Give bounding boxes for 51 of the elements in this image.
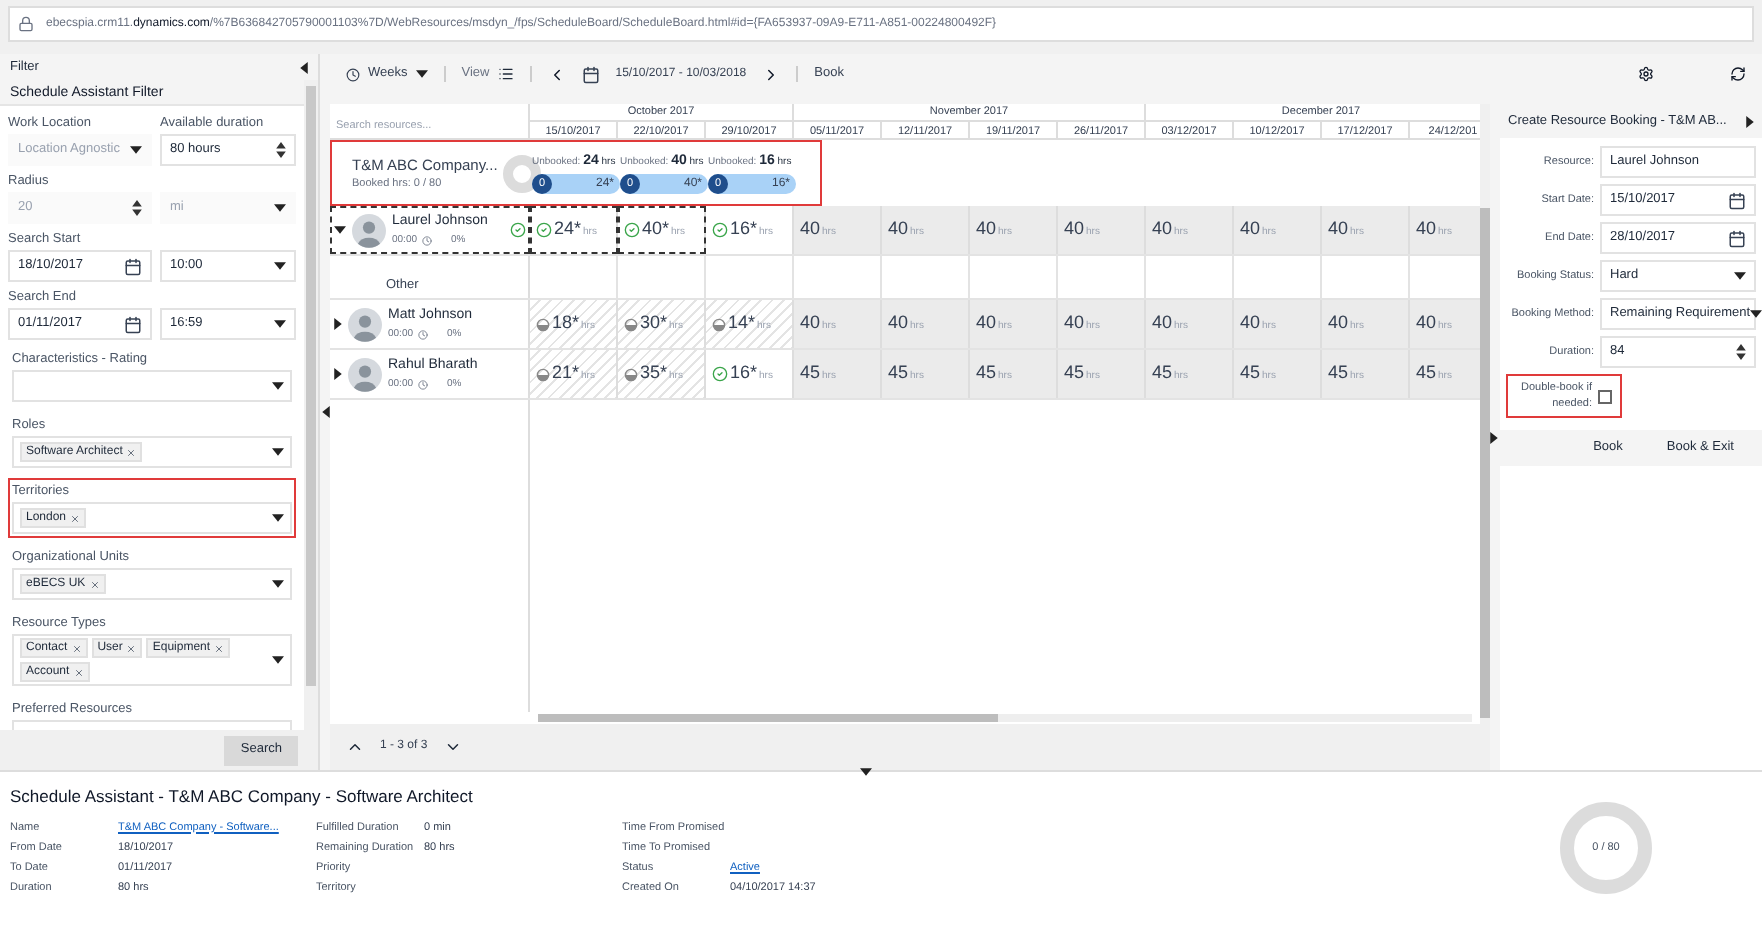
settings-icon[interactable] xyxy=(1638,66,1654,82)
list-icon xyxy=(497,66,514,82)
check-icon xyxy=(712,366,728,382)
half-circle-icon xyxy=(624,317,638,331)
avatar xyxy=(348,357,382,391)
check-icon xyxy=(536,222,552,238)
check-icon xyxy=(510,222,526,238)
caret-icon[interactable] xyxy=(272,382,284,390)
spinner-icon[interactable] xyxy=(1736,344,1746,360)
calendar-icon[interactable] xyxy=(581,65,600,83)
half-circle-icon xyxy=(536,367,550,381)
scrollbar[interactable] xyxy=(304,80,318,770)
check-icon xyxy=(712,222,728,238)
expand-icon[interactable] xyxy=(334,318,342,330)
caret-icon[interactable] xyxy=(415,70,428,78)
multi-select-field[interactable] xyxy=(12,370,292,402)
caret-icon[interactable] xyxy=(1750,310,1762,318)
avatar xyxy=(348,307,382,341)
caret-icon[interactable] xyxy=(272,580,284,588)
clock-icon xyxy=(421,235,432,246)
refresh-icon[interactable] xyxy=(1730,66,1746,82)
lock-icon xyxy=(18,16,34,32)
caret-icon[interactable] xyxy=(272,656,284,664)
caret-icon[interactable] xyxy=(1734,272,1746,280)
caret-icon[interactable] xyxy=(272,448,284,456)
caret-icon[interactable] xyxy=(274,320,286,328)
collapse-icon[interactable] xyxy=(1746,115,1754,127)
clock-icon xyxy=(417,379,428,390)
details-title: Schedule Assistant - T&M ABC Company - Software Architect xyxy=(10,784,475,810)
calendar-icon[interactable] xyxy=(124,257,142,275)
expand-icon[interactable] xyxy=(334,368,342,380)
spinner-icon[interactable] xyxy=(276,142,286,158)
clock-icon xyxy=(346,67,360,81)
avatar xyxy=(352,213,386,247)
scrollbar[interactable] xyxy=(1480,104,1490,724)
calendar-icon[interactable] xyxy=(124,315,142,333)
horizontal-scrollbar[interactable] xyxy=(538,714,1472,722)
caret-icon[interactable] xyxy=(274,262,286,270)
collapse-icon[interactable] xyxy=(300,61,308,73)
clock-icon xyxy=(417,329,428,340)
collapse-icon[interactable] xyxy=(334,226,346,234)
half-circle-icon xyxy=(624,367,638,381)
half-circle-icon xyxy=(712,317,726,331)
calendar-icon[interactable] xyxy=(1728,191,1746,209)
caret-icon[interactable] xyxy=(272,514,284,522)
down-icon[interactable] xyxy=(443,738,462,756)
checkbox[interactable] xyxy=(1598,389,1612,403)
check-icon xyxy=(624,222,640,238)
calendar-icon[interactable] xyxy=(1728,229,1746,247)
up-icon[interactable] xyxy=(346,738,364,756)
half-circle-icon xyxy=(536,317,550,331)
